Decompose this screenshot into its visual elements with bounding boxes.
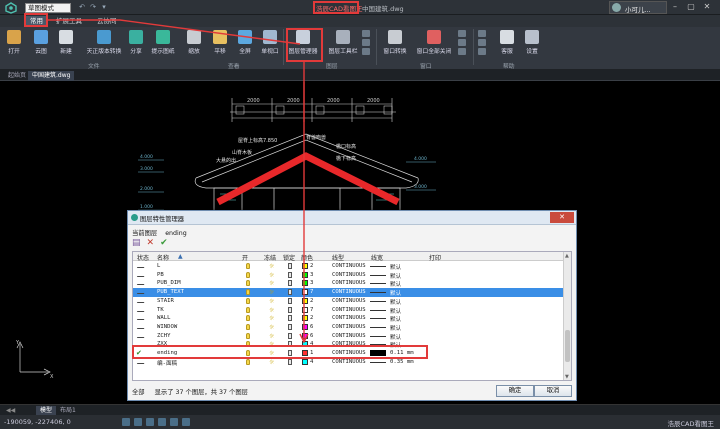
tab-model[interactable]: 模型 xyxy=(36,406,57,415)
status-app-name: 浩辰CAD看图王 xyxy=(667,420,715,428)
osnap-icon[interactable] xyxy=(170,418,178,426)
tab-layout1[interactable]: 布局1 xyxy=(56,406,80,415)
snap-icon[interactable] xyxy=(122,418,130,426)
nav-first-icon[interactable]: ◀◀ xyxy=(2,406,19,415)
coordinates-readout: -190059, -227406, 0 xyxy=(4,418,71,426)
polar-icon[interactable] xyxy=(158,418,166,426)
status-icons xyxy=(122,418,190,426)
grid-icon[interactable] xyxy=(134,418,142,426)
annotation-arrows xyxy=(48,19,309,344)
status-bar: -190059, -227406, 0 浩辰CAD看图王 xyxy=(0,415,720,429)
ortho-icon[interactable] xyxy=(146,418,154,426)
lineweight-icon[interactable] xyxy=(182,418,190,426)
layout-tabs: ◀◀ 模型 布局1 xyxy=(0,404,720,415)
